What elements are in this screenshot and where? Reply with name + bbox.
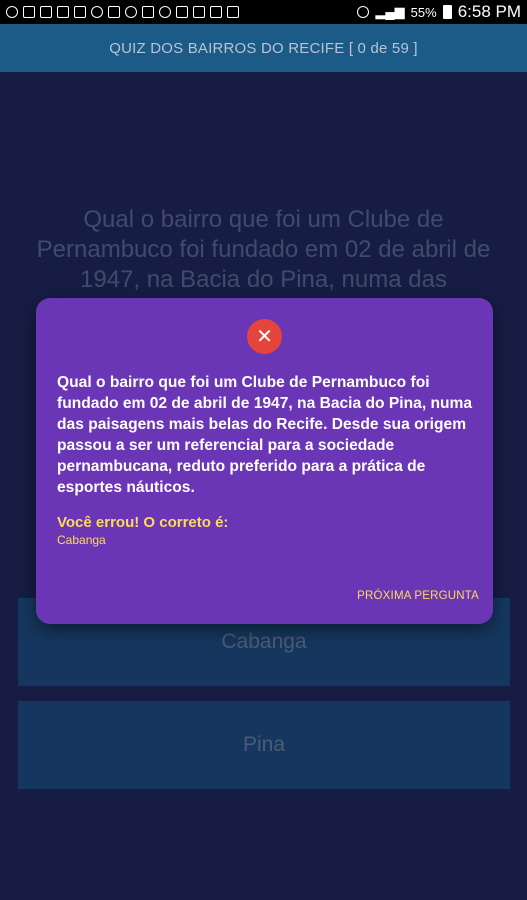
dialog-question-text: Qual o bairro que foi um Clube de Pernam… bbox=[57, 374, 473, 496]
clock-time: 6:58 PM bbox=[457, 2, 521, 21]
notification-icons bbox=[0, 6, 239, 18]
wrong-answer-label: Você errou! O correto é: bbox=[57, 514, 229, 531]
app-title: QUIZ DOS BAIRROS DO RECIFE [ 0 de 59 ] bbox=[109, 39, 418, 57]
battery-icon bbox=[442, 5, 452, 19]
status-bar: ▂▄▆ 55% 6:58 PM bbox=[0, 0, 527, 24]
youtube-icon bbox=[108, 6, 120, 18]
mail-icon bbox=[210, 6, 222, 18]
shield-icon bbox=[227, 6, 239, 18]
correct-answer-text: Cabanga bbox=[57, 533, 106, 547]
system-icons: ▂▄▆ 55% 6:58 PM bbox=[357, 2, 527, 22]
result-dialog: ✕ Qual o bairro que foi um Clube de Pern… bbox=[36, 298, 493, 624]
alarm-clock-icon bbox=[357, 6, 370, 18]
gallery-icon bbox=[40, 6, 52, 18]
download-icon bbox=[125, 6, 137, 18]
next-question-button[interactable]: PRÓXIMA PERGUNTA bbox=[357, 590, 479, 602]
whatsapp-icon bbox=[159, 6, 171, 18]
close-icon[interactable]: ✕ bbox=[247, 319, 282, 354]
youtube-icon bbox=[23, 6, 35, 18]
signal-icon: ▂▄▆ bbox=[375, 4, 405, 19]
gallery-icon bbox=[176, 6, 188, 18]
mail-icon bbox=[57, 6, 69, 18]
mail-icon bbox=[74, 6, 86, 18]
app-bar: QUIZ DOS BAIRROS DO RECIFE [ 0 de 59 ] bbox=[0, 24, 527, 72]
game-icon bbox=[91, 6, 103, 18]
battery-percent: 55% bbox=[410, 4, 437, 20]
tv-icon bbox=[193, 6, 205, 18]
app-icon bbox=[142, 6, 154, 18]
alarm-icon bbox=[6, 6, 18, 18]
